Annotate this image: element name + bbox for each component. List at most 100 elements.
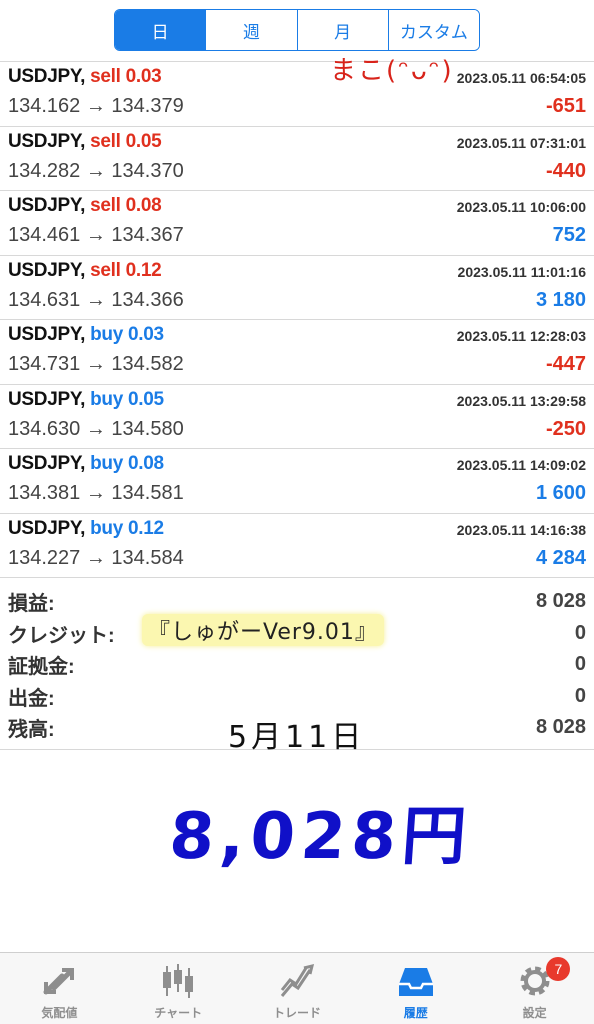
trade-row[interactable]: USDJPY, sell 0.08 2023.05.11 10:06:00 134.… (0, 191, 594, 256)
trade-row[interactable]: USDJPY, buy 0.12 2023.05.11 14:16:38 134.2… (0, 514, 594, 578)
trade-profit: 3 180 (535, 288, 586, 311)
trade-time: 2023.05.11 10:06:00 (456, 199, 586, 215)
trade-lots: 0.12 (127, 517, 164, 539)
summary-value: 0 (574, 684, 586, 707)
trade-lots: 0.08 (125, 195, 162, 216)
trade-prices: 134.731 → 134.582 (8, 353, 184, 375)
trade-symbol: USDJPY, (8, 195, 86, 216)
trade-title: USDJPY, sell 0.08 (8, 195, 162, 217)
handwritten-name: まこ(ᵔᴗᵔ) (330, 56, 454, 86)
notification-badge: 7 (546, 957, 571, 981)
trade-title: USDJPY, sell 0.03 (8, 66, 162, 88)
trade-prices: 134.631 → 134.366 (8, 288, 184, 311)
trade-prices: 134.162 → 134.379 (8, 95, 184, 117)
trade-side: buy (90, 388, 123, 410)
trade-lots: 0.08 (127, 453, 164, 474)
trade-time: 2023.05.11 12:28:03 (456, 328, 586, 344)
trade-time: 2023.05.11 13:29:58 (456, 392, 586, 409)
trade-row[interactable]: USDJPY, sell 0.12 2023.05.11 11:01:16 134.… (0, 256, 594, 320)
trade-title: USDJPY, buy 0.12 (8, 518, 164, 540)
trade-prices: 134.381 → 134.581 (8, 482, 184, 504)
history-icon (396, 961, 436, 1001)
tab-history[interactable]: 履歴 (356, 953, 475, 1024)
trade-profit: -651 (545, 95, 586, 117)
tab-label: 設定 (522, 1006, 547, 1020)
tab-trade[interactable]: トレード (238, 953, 357, 1024)
summary-label: 残高: (8, 719, 55, 742)
trade-side: sell (90, 195, 121, 216)
trade-symbol: USDJPY, (8, 453, 86, 474)
summary-row-deposit: 証拠金: 0 (0, 649, 594, 681)
trade-row[interactable]: USDJPY, sell 0.03 2023.05.11 06:54:05 134.… (0, 62, 594, 127)
trade-title: USDJPY, buy 0.05 (8, 389, 164, 411)
period-selector-bar: 日 週 月 カスタム (0, 0, 594, 62)
handwritten-total: 8,028円 (166, 800, 475, 874)
trade-title: USDJPY, buy 0.03 (8, 324, 164, 346)
trade-profit: 4 284 (535, 546, 586, 569)
trade-profit: -447 (545, 353, 586, 375)
trade-symbol: USDJPY, (8, 324, 86, 345)
trade-side: buy (90, 324, 123, 345)
segment-day[interactable]: 日 (115, 10, 207, 50)
trade-time: 2023.05.11 07:31:01 (456, 134, 586, 151)
trade-time: 2023.05.11 11:01:16 (457, 263, 586, 280)
trade-prices: 134.282 → 134.370 (8, 159, 184, 182)
trade-lots: 0.05 (125, 130, 162, 152)
segment-custom[interactable]: カスタム (388, 10, 479, 50)
summary-label: 証拠金: (8, 656, 75, 679)
summary-label: 出金: (8, 687, 55, 710)
trade-time: 2023.05.11 14:16:38 (456, 521, 586, 538)
handwritten-ea-name: 『しゅがーVer9.01』 (142, 614, 384, 646)
trade-row[interactable]: USDJPY, buy 0.08 2023.05.11 14:09:02 134.3… (0, 449, 594, 514)
tab-label: トレード (272, 1006, 321, 1020)
summary-label: 損益: (8, 593, 55, 616)
summary-row-withdrawal: 出金: 0 (0, 681, 594, 713)
trade-title: USDJPY, buy 0.08 (8, 453, 164, 475)
trade-side: sell (90, 130, 121, 152)
summary-value: 8 028 (535, 590, 586, 613)
trade-profit: -250 (545, 417, 586, 440)
trade-side: buy (90, 517, 123, 539)
trade-lots: 0.03 (125, 66, 162, 87)
segment-month[interactable]: 月 (297, 10, 389, 50)
trade-time: 2023.05.11 06:54:05 (456, 70, 586, 86)
trade-symbol: USDJPY, (8, 259, 86, 281)
trade-profit: -440 (545, 159, 586, 182)
trade-row[interactable]: USDJPY, buy 0.05 2023.05.11 13:29:58 134.6… (0, 385, 594, 449)
trade-lots: 0.05 (127, 388, 164, 410)
quotes-icon (39, 961, 79, 1001)
summary-label: クレジット: (8, 624, 115, 647)
trade-history-list: USDJPY, sell 0.03 2023.05.11 06:54:05 134.… (0, 62, 594, 578)
trade-title: USDJPY, sell 0.12 (8, 259, 162, 282)
trade-symbol: USDJPY, (8, 388, 86, 410)
trade-symbol: USDJPY, (8, 66, 86, 87)
tab-label: チャート (154, 1006, 203, 1020)
tab-quotes[interactable]: 気配値 (0, 953, 119, 1024)
summary-value: 8 028 (535, 716, 586, 739)
trade-side: buy (90, 453, 123, 474)
period-segmented-control: 日 週 月 カスタム (114, 9, 480, 51)
trade-lots: 0.12 (125, 259, 162, 281)
trade-side: sell (90, 259, 121, 281)
segment-week[interactable]: 週 (206, 10, 298, 50)
tab-chart[interactable]: チャート (119, 953, 238, 1024)
bottom-tab-bar: 気配値 チャート トレード 履歴 7 設定 (0, 952, 594, 1024)
trade-side: sell (90, 66, 121, 87)
tab-label: 履歴 (403, 1006, 428, 1020)
trade-time: 2023.05.11 14:09:02 (456, 457, 586, 473)
trade-lots: 0.03 (127, 324, 164, 345)
trade-title: USDJPY, sell 0.05 (8, 130, 162, 153)
chart-icon (158, 961, 198, 1001)
trade-profit: 1 600 (535, 482, 586, 504)
summary-value: 0 (574, 621, 586, 644)
trade-profit: 752 (552, 224, 586, 246)
trade-row[interactable]: USDJPY, buy 0.03 2023.05.11 12:28:03 134.7… (0, 320, 594, 385)
trade-symbol: USDJPY, (8, 130, 86, 152)
trade-row[interactable]: USDJPY, sell 0.05 2023.05.11 07:31:01 134.… (0, 127, 594, 191)
trade-prices: 134.630 → 134.580 (8, 417, 184, 440)
trade-prices: 134.461 → 134.367 (8, 224, 184, 246)
tab-label: 気配値 (41, 1006, 78, 1020)
tab-settings[interactable]: 7 設定 (475, 953, 594, 1024)
trade-prices: 134.227 → 134.584 (8, 546, 184, 569)
trade-icon (277, 961, 317, 1001)
